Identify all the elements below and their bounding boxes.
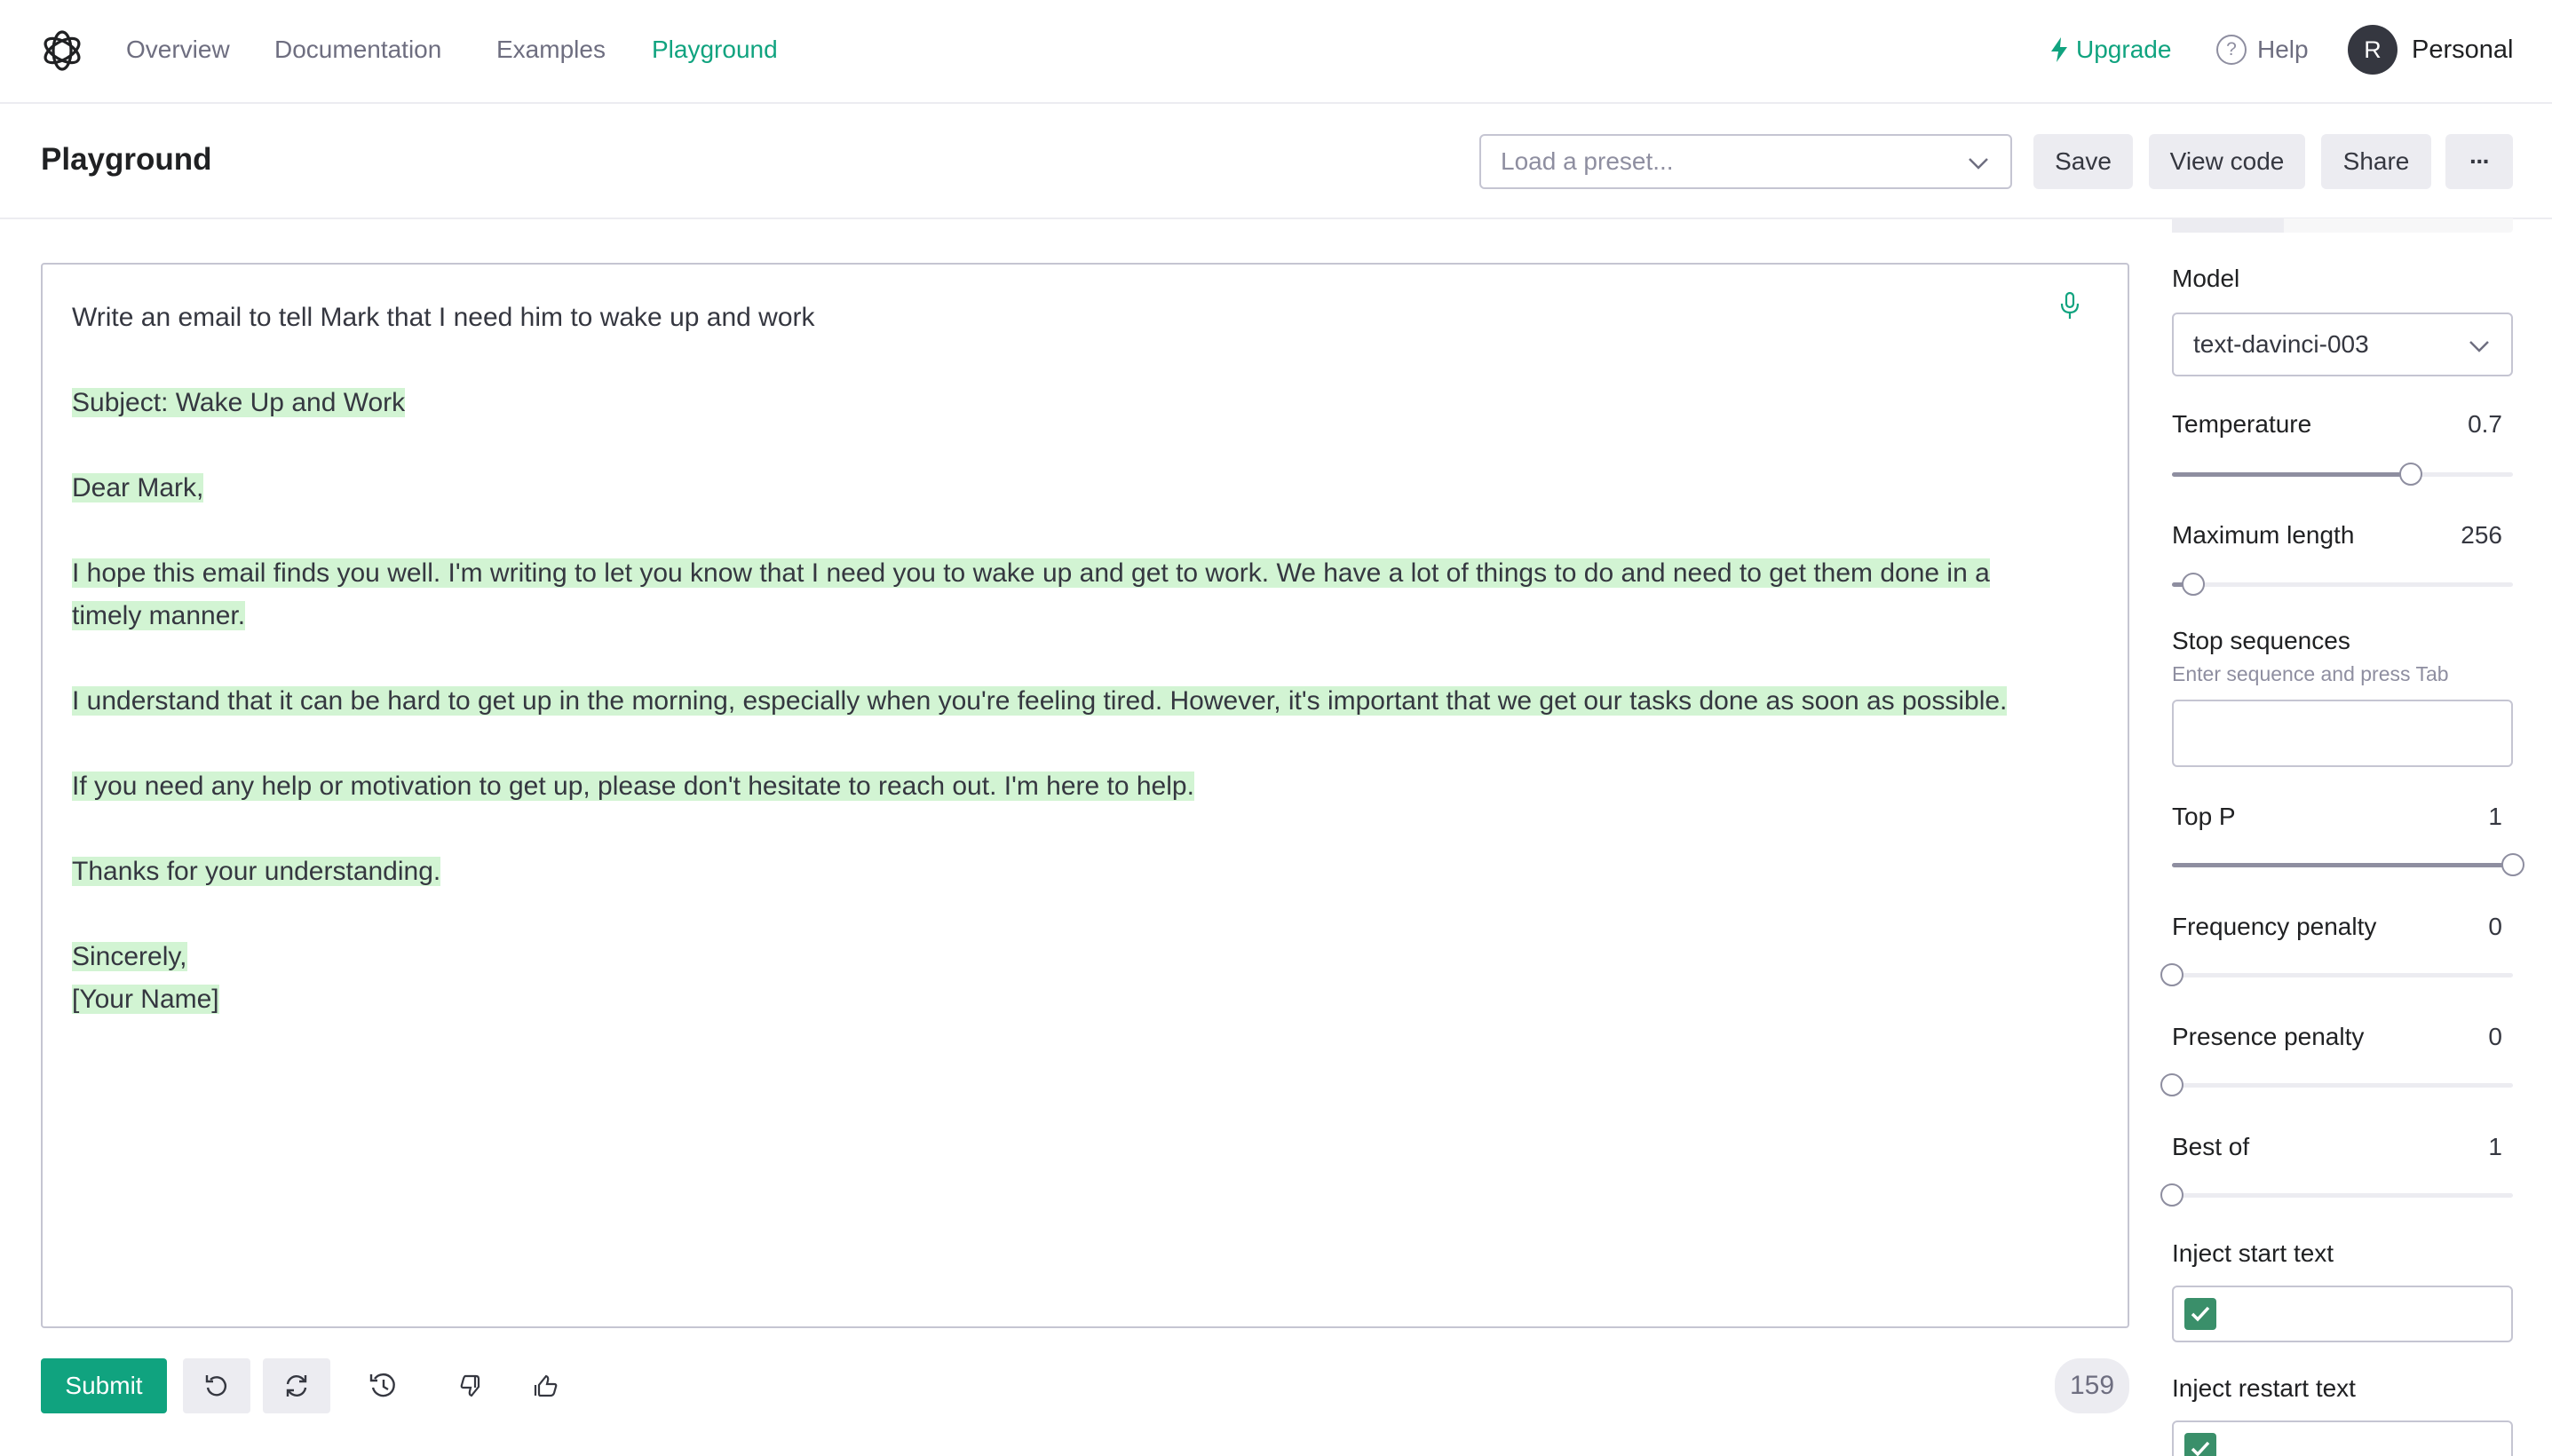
inject-restart-checkbox[interactable] bbox=[2184, 1433, 2216, 1456]
frequency-penalty-slider[interactable] bbox=[2160, 962, 2513, 987]
nav-documentation[interactable]: Documentation bbox=[274, 34, 441, 66]
max-length-value[interactable]: 256 bbox=[2461, 519, 2502, 551]
regenerate-button[interactable] bbox=[263, 1358, 330, 1413]
completion-subject: Subject: Wake Up and Work bbox=[72, 388, 406, 417]
best-of-value[interactable]: 1 bbox=[2488, 1131, 2502, 1163]
frequency-penalty-value[interactable]: 0 bbox=[2488, 911, 2502, 943]
best-of-slider[interactable] bbox=[2160, 1183, 2513, 1207]
more-options-button[interactable]: ··· bbox=[2445, 134, 2513, 189]
stop-sequences-hint: Enter sequence and press Tab bbox=[2172, 662, 2449, 685]
thumbs-down-icon bbox=[460, 1374, 480, 1397]
history-icon bbox=[369, 1373, 395, 1397]
org-name[interactable]: Personal bbox=[2412, 34, 2513, 66]
thumbs-up-icon bbox=[534, 1374, 558, 1397]
chevron-down-icon bbox=[2469, 341, 2489, 352]
submit-button[interactable]: Submit bbox=[41, 1358, 167, 1413]
temperature-slider[interactable] bbox=[2172, 462, 2513, 487]
page-title: Playground bbox=[41, 142, 212, 177]
best-of-label: Best of bbox=[2172, 1133, 2250, 1160]
thumbs-down-button[interactable] bbox=[437, 1358, 504, 1413]
temperature-label: Temperature bbox=[2172, 410, 2312, 438]
undo-button[interactable] bbox=[183, 1358, 250, 1413]
stop-sequences-label: Stop sequences bbox=[2172, 627, 2350, 654]
max-length-slider-thumb[interactable] bbox=[2182, 573, 2206, 596]
completion-signature: [Your Name] bbox=[72, 985, 219, 1014]
presence-penalty-slider-thumb[interactable] bbox=[2160, 1073, 2183, 1096]
prompt-editor[interactable]: Write an email to tell Mark that I need … bbox=[41, 263, 2129, 1328]
max-length-label: Maximum length bbox=[2172, 521, 2355, 549]
top-p-label: Top P bbox=[2172, 803, 2236, 830]
top-navigation: Overview Documentation Examples Playgrou… bbox=[0, 0, 2552, 104]
mode-tab-active[interactable] bbox=[2172, 218, 2284, 233]
temperature-value[interactable]: 0.7 bbox=[2468, 408, 2502, 440]
chevron-down-icon bbox=[1969, 158, 1988, 170]
checkmark-icon bbox=[2191, 1306, 2210, 1322]
upgrade-label: Upgrade bbox=[2076, 36, 2172, 63]
completion-paragraph-2: I understand that it can be hard to get … bbox=[72, 686, 2008, 716]
microphone-icon[interactable] bbox=[2058, 291, 2081, 321]
preset-placeholder: Load a preset... bbox=[1501, 147, 1674, 175]
temperature-slider-thumb[interactable] bbox=[2398, 463, 2422, 486]
view-code-button[interactable]: View code bbox=[2149, 134, 2305, 189]
max-length-slider[interactable] bbox=[2172, 572, 2513, 597]
inject-restart-label: Inject restart text bbox=[2172, 1374, 2356, 1402]
upgrade-link[interactable]: Upgrade bbox=[2049, 34, 2171, 66]
avatar[interactable]: R bbox=[2348, 25, 2397, 75]
history-button[interactable] bbox=[350, 1358, 417, 1413]
openai-logo-icon[interactable] bbox=[39, 28, 85, 74]
inject-start-checkbox[interactable] bbox=[2184, 1298, 2216, 1330]
nav-overview[interactable]: Overview bbox=[126, 34, 230, 66]
checkmark-icon bbox=[2191, 1441, 2210, 1456]
help-label: Help bbox=[2257, 36, 2309, 63]
preset-select[interactable]: Load a preset... bbox=[1479, 134, 2012, 189]
frequency-penalty-label: Frequency penalty bbox=[2172, 913, 2377, 940]
inject-restart-input[interactable] bbox=[2172, 1420, 2513, 1456]
completion-paragraph-3: If you need any help or motivation to ge… bbox=[72, 772, 1194, 801]
model-label: Model bbox=[2172, 265, 2240, 292]
presence-penalty-slider[interactable] bbox=[2160, 1072, 2513, 1097]
top-p-value[interactable]: 1 bbox=[2488, 801, 2502, 833]
token-count: 159 bbox=[2055, 1358, 2129, 1413]
completion-thanks: Thanks for your understanding. bbox=[72, 857, 441, 886]
thumbs-up-button[interactable] bbox=[511, 1358, 579, 1413]
presence-penalty-label: Presence penalty bbox=[2172, 1023, 2365, 1050]
undo-icon bbox=[205, 1375, 227, 1397]
help-icon: ? bbox=[2216, 35, 2247, 65]
completion-greeting: Dear Mark, bbox=[72, 473, 204, 502]
lightning-icon bbox=[2051, 37, 2067, 62]
prompt-text: Write an email to tell Mark that I need … bbox=[72, 303, 815, 332]
regenerate-icon bbox=[286, 1375, 307, 1397]
playground-header: Playground Load a preset... Save View co… bbox=[0, 104, 2552, 219]
presence-penalty-value[interactable]: 0 bbox=[2488, 1021, 2502, 1053]
help-link[interactable]: ? Help bbox=[2216, 34, 2309, 66]
editor-content[interactable]: Write an email to tell Mark that I need … bbox=[72, 297, 2061, 1021]
inject-start-label: Inject start text bbox=[2172, 1239, 2334, 1267]
inject-start-input[interactable] bbox=[2172, 1286, 2513, 1342]
nav-playground[interactable]: Playground bbox=[652, 34, 778, 66]
mode-tabs[interactable] bbox=[2172, 218, 2513, 233]
frequency-penalty-slider-thumb[interactable] bbox=[2160, 963, 2183, 986]
top-p-slider-thumb[interactable] bbox=[2501, 853, 2524, 876]
completion-paragraph-1: I hope this email finds you well. I'm wr… bbox=[72, 558, 1990, 630]
model-value: text-davinci-003 bbox=[2193, 330, 2369, 358]
nav-examples[interactable]: Examples bbox=[496, 34, 606, 66]
best-of-slider-thumb[interactable] bbox=[2160, 1183, 2183, 1207]
model-select[interactable]: text-davinci-003 bbox=[2172, 313, 2513, 376]
top-p-slider[interactable] bbox=[2172, 852, 2524, 877]
completion-signoff: Sincerely, bbox=[72, 942, 187, 971]
stop-sequences-input[interactable] bbox=[2172, 700, 2513, 767]
save-button[interactable]: Save bbox=[2033, 134, 2133, 189]
share-button[interactable]: Share bbox=[2321, 134, 2431, 189]
